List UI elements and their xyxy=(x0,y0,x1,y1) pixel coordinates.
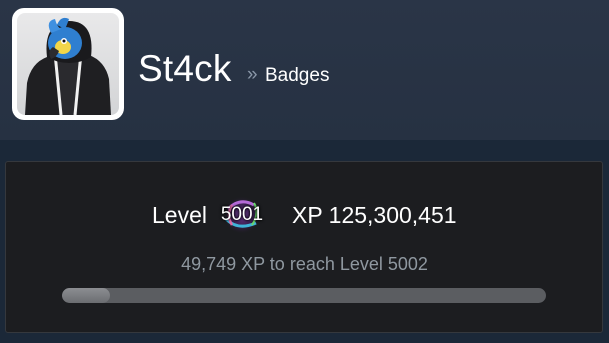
xp-total: XP 125,300,451 xyxy=(292,202,457,228)
xp-to-next-level: 49,749 XP to reach Level 5002 xyxy=(181,254,428,274)
avatar[interactable] xyxy=(17,13,119,115)
level-panel xyxy=(5,161,603,333)
level-number: 5001 xyxy=(220,204,264,225)
profile-name[interactable]: St4ck xyxy=(138,47,232,91)
blue-parrot-hoodie-avatar-icon xyxy=(25,17,111,115)
level-label: Level xyxy=(152,202,207,228)
level-badge[interactable]: 5001 xyxy=(218,195,266,235)
avatar-frame[interactable] xyxy=(12,8,124,120)
level-progress-fill xyxy=(62,288,111,303)
breadcrumb-separator: » xyxy=(247,64,258,85)
profile-header: St4ck » Badges xyxy=(0,0,609,140)
breadcrumb-badges: Badges xyxy=(265,65,330,86)
level-progress-bar xyxy=(62,288,546,303)
